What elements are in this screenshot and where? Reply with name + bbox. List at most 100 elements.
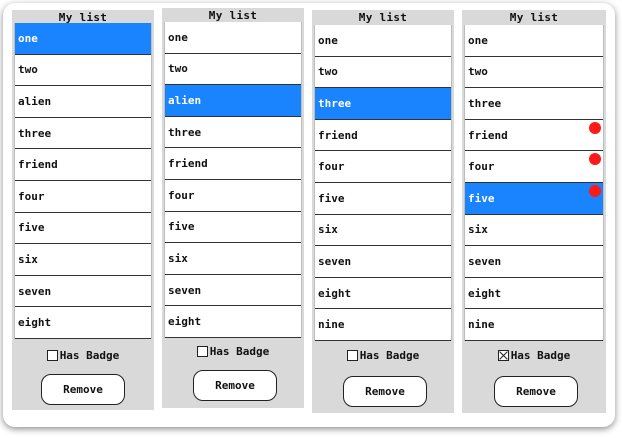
- list-item-nine[interactable]: nine: [465, 309, 603, 341]
- list-item-label: eight: [168, 315, 202, 329]
- remove-button-label: Remove: [63, 383, 103, 396]
- list-item-seven[interactable]: seven: [165, 274, 301, 307]
- list-item-label: two: [318, 65, 338, 79]
- list-item-label: one: [468, 33, 488, 47]
- checkbox-icon[interactable]: [497, 350, 509, 361]
- list-item-eight[interactable]: eight: [165, 306, 301, 338]
- list-item-six[interactable]: six: [15, 244, 151, 276]
- list-item-friend[interactable]: friend: [315, 119, 451, 152]
- list-item-label: friend: [318, 128, 358, 142]
- checkbox-icon[interactable]: [196, 346, 208, 357]
- list-item-label: nine: [468, 318, 495, 332]
- list-item-label: five: [18, 221, 45, 235]
- list-item-two[interactable]: two: [15, 54, 151, 87]
- list-item-six[interactable]: six: [465, 214, 603, 247]
- checkbox-icon[interactable]: [46, 350, 58, 361]
- list-item-label: eight: [318, 286, 352, 300]
- list-item-label: six: [168, 251, 188, 265]
- list-item-six[interactable]: six: [315, 214, 451, 247]
- list-item-label: five: [168, 220, 195, 234]
- list-item-label: four: [168, 188, 195, 202]
- remove-button[interactable]: Remove: [193, 370, 277, 401]
- list-panel-4: My list one two three friend four five six seven…: [462, 10, 606, 413]
- has-badge-checkbox-row[interactable]: Has Badge: [12, 349, 154, 362]
- list-item-label: seven: [318, 254, 352, 268]
- list-item-three[interactable]: three: [15, 117, 151, 150]
- remove-button-label: Remove: [215, 379, 255, 392]
- list-item-label: two: [468, 65, 488, 79]
- list-item-label: four: [18, 189, 45, 203]
- list-item-label: seven: [468, 254, 502, 268]
- list-item-seven[interactable]: seven: [15, 275, 151, 308]
- red-dot-badge-icon: [589, 185, 601, 197]
- remove-button-label: Remove: [516, 385, 556, 398]
- list-item-one[interactable]: one: [315, 25, 451, 57]
- remove-button[interactable]: Remove: [343, 376, 427, 407]
- has-badge-checkbox-row[interactable]: Has Badge: [162, 345, 304, 358]
- list-item-eight[interactable]: eight: [315, 277, 451, 310]
- has-badge-label: Has Badge: [510, 349, 571, 362]
- list-item-eight[interactable]: eight: [465, 277, 603, 310]
- list-item-five[interactable]: five: [15, 212, 151, 245]
- list-panel-2: My list one two alien three friend four five six…: [162, 8, 304, 408]
- list-item-two[interactable]: two: [165, 53, 301, 86]
- remove-button[interactable]: Remove: [494, 376, 578, 407]
- list-item-label: one: [168, 30, 188, 44]
- list-item-friend[interactable]: friend: [165, 148, 301, 180]
- list-item-label: five: [318, 191, 345, 205]
- list-item-label: three: [318, 96, 352, 110]
- item-list[interactable]: one two three friend four five six seven eight ni…: [464, 25, 604, 341]
- list-item-friend[interactable]: friend: [465, 119, 603, 152]
- list-title: My list: [509, 11, 559, 24]
- list-item-two[interactable]: two: [465, 56, 603, 89]
- list-title: My list: [358, 11, 408, 24]
- list-item-one[interactable]: one: [165, 22, 301, 54]
- list-item-label: three: [468, 96, 502, 110]
- list-item-four[interactable]: four: [465, 151, 603, 183]
- remove-button-label: Remove: [365, 385, 405, 398]
- list-item-one[interactable]: one: [15, 23, 151, 55]
- list-item-three[interactable]: three: [315, 88, 451, 120]
- has-badge-label: Has Badge: [59, 349, 120, 362]
- list-item-label: two: [168, 62, 188, 76]
- list-item-label: six: [318, 223, 338, 237]
- list-item-label: friend: [468, 128, 508, 142]
- list-item-one[interactable]: one: [465, 25, 603, 57]
- list-item-six[interactable]: six: [165, 243, 301, 275]
- list-item-nine[interactable]: nine: [315, 309, 451, 341]
- list-item-five[interactable]: five: [165, 211, 301, 244]
- list-item-eight[interactable]: eight: [15, 307, 151, 339]
- list-item-three[interactable]: three: [165, 116, 301, 149]
- remove-button[interactable]: Remove: [41, 374, 125, 405]
- list-item-alien[interactable]: alien: [165, 85, 301, 117]
- list-item-four[interactable]: four: [315, 151, 451, 183]
- list-panel-1: My list one two alien three friend four five six…: [12, 10, 154, 410]
- item-list[interactable]: one two alien three friend four five six seven ei…: [164, 22, 302, 338]
- list-item-label: friend: [168, 157, 208, 171]
- list-item-four[interactable]: four: [15, 181, 151, 213]
- list-item-alien[interactable]: alien: [15, 86, 151, 118]
- item-list[interactable]: one two three friend four five six seven eight ni…: [314, 25, 452, 341]
- list-item-label: two: [18, 63, 38, 77]
- list-item-three[interactable]: three: [465, 88, 603, 120]
- list-item-five[interactable]: five: [465, 183, 603, 215]
- list-item-label: alien: [18, 94, 52, 108]
- list-item-label: six: [468, 223, 488, 237]
- list-item-seven[interactable]: seven: [315, 246, 451, 278]
- red-dot-badge-icon: [589, 121, 601, 134]
- list-item-label: four: [318, 160, 345, 174]
- list-item-five[interactable]: five: [315, 183, 451, 215]
- checkbox-icon[interactable]: [346, 350, 358, 361]
- list-item-label: nine: [318, 318, 345, 332]
- has-badge-checkbox-row[interactable]: Has Badge: [312, 349, 454, 362]
- has-badge-label: Has Badge: [209, 345, 270, 358]
- list-item-seven[interactable]: seven: [465, 246, 603, 278]
- list-item-label: one: [318, 33, 338, 47]
- list-item-two[interactable]: two: [315, 56, 451, 89]
- list-item-label: alien: [168, 93, 202, 107]
- list-item-four[interactable]: four: [165, 180, 301, 212]
- list-item-label: eight: [18, 316, 52, 330]
- item-list[interactable]: one two alien three friend four five six seven ei…: [14, 23, 152, 339]
- list-item-friend[interactable]: friend: [15, 149, 151, 181]
- has-badge-checkbox-row[interactable]: Has Badge: [462, 349, 606, 362]
